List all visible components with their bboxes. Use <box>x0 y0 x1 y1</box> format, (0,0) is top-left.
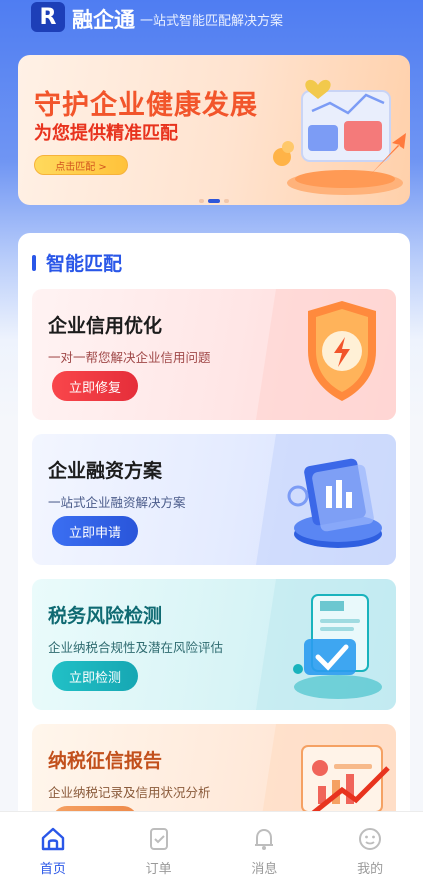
repair-button[interactable]: 立即修复 <box>52 371 138 401</box>
card-description: 企业纳税合规性及潜在风险评估 <box>48 640 224 655</box>
tab-profile[interactable]: 我的 <box>317 812 423 885</box>
banner-subtitle: 为您提供精准匹配 <box>34 123 178 144</box>
match-button[interactable]: 点击匹配 > <box>34 155 128 175</box>
carousel-indicator <box>18 199 410 203</box>
document-check-icon <box>256 579 396 710</box>
tab-label: 消息 <box>251 862 278 877</box>
card-description: 企业纳税记录及信用状况分析 <box>48 785 211 800</box>
section-accent-bar <box>32 254 36 271</box>
tab-orders[interactable]: 订单 <box>106 812 212 885</box>
shield-lightning-icon <box>256 289 396 420</box>
tab-messages[interactable]: 消息 <box>212 812 318 885</box>
section-header: 智能匹配 <box>32 249 122 276</box>
apply-button[interactable]: 立即申请 <box>52 516 138 546</box>
home-icon <box>41 827 65 851</box>
smart-match-panel: 智能匹配 企业信用优化 一对一帮您解决企业信用问题 立即修复 企业融资方案 一站… <box>18 233 410 855</box>
app-header: R 融企通 一站式智能匹配解决方案 <box>0 0 423 40</box>
banner-title: 守护企业健康发展 <box>34 90 258 121</box>
profile-icon <box>359 828 382 850</box>
card-title: 企业融资方案 <box>48 460 163 482</box>
finance-chart-icon <box>256 434 396 565</box>
app-name: 融企通 <box>72 8 135 32</box>
logo-letter: R <box>39 4 57 30</box>
tax-risk-card[interactable]: 税务风险检测 企业纳税合规性及潜在风险评估 立即检测 <box>32 579 396 710</box>
tab-home[interactable]: 首页 <box>0 812 106 885</box>
promo-banner[interactable]: 守护企业健康发展 为您提供精准匹配 点击匹配 > <box>18 55 410 205</box>
app-logo: R <box>31 2 65 32</box>
bottom-tab-bar: 首页 订单 消息 我的 <box>0 811 423 885</box>
credit-optimization-card[interactable]: 企业信用优化 一对一帮您解决企业信用问题 立即修复 <box>32 289 396 420</box>
detect-button[interactable]: 立即检测 <box>52 661 138 691</box>
carousel-dot-active[interactable] <box>208 199 220 203</box>
tab-label: 订单 <box>145 862 172 877</box>
card-title: 企业信用优化 <box>48 315 163 337</box>
section-title: 智能匹配 <box>46 253 123 275</box>
app-subtitle: 一站式智能匹配解决方案 <box>140 14 284 29</box>
carousel-dot[interactable] <box>224 199 229 203</box>
carousel-dot[interactable] <box>199 199 204 203</box>
banner-illustration-icon <box>273 79 406 195</box>
bell-icon <box>255 828 274 850</box>
card-description: 一站式企业融资解决方案 <box>48 495 186 510</box>
card-title: 纳税征信报告 <box>48 750 163 772</box>
order-icon <box>149 828 168 850</box>
financing-plan-card[interactable]: 企业融资方案 一站式企业融资解决方案 立即申请 <box>32 434 396 565</box>
card-title: 税务风险检测 <box>48 605 163 627</box>
tab-label: 首页 <box>39 862 66 877</box>
card-description: 一对一帮您解决企业信用问题 <box>48 350 211 365</box>
tab-label: 我的 <box>357 862 384 877</box>
